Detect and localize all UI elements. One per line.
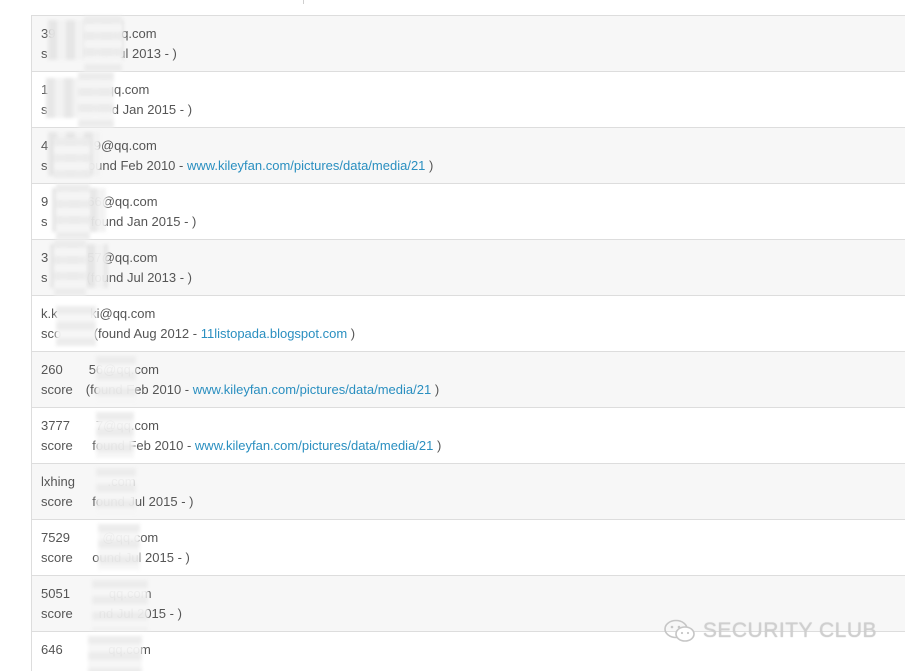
source-link[interactable]: 11listopada.blogspot.com xyxy=(201,326,347,341)
results-list: 39 qq.coms und Jul 2013 - )1 qq.coms fou… xyxy=(31,16,905,671)
redaction-blur xyxy=(84,16,122,72)
result-row: 39 qq.coms und Jul 2013 - ) xyxy=(32,16,905,72)
result-row: 3 57@qq.com s (found Jul 2013 - ) xyxy=(32,240,905,296)
redaction-blur xyxy=(98,524,140,570)
redaction-blur xyxy=(88,636,142,671)
result-row: k.k ki@qq.com sco (found Aug 2012 - 11lis… xyxy=(32,296,905,352)
closing-paren: ) xyxy=(347,326,356,341)
redaction-blur xyxy=(96,356,136,402)
redaction-blur xyxy=(56,306,96,346)
redaction-blur xyxy=(56,184,90,240)
redaction-blur xyxy=(92,580,148,630)
result-row: lxhing .comscore found Jul 2015 - ) xyxy=(32,464,905,520)
result-row: 9 66@qq.com s (found Jan 2015 - ) xyxy=(32,184,905,240)
source-link[interactable]: www.kileyfan.com/pictures/data/media/21 xyxy=(193,382,431,397)
closing-paren: ) xyxy=(431,382,440,397)
result-row: 260 56@qq.comscore (found Feb 2010 - www… xyxy=(32,352,905,408)
result-row: 3777 7@qq.comscore found Feb 2010 - www.… xyxy=(32,408,905,464)
results-header-strip xyxy=(31,0,905,16)
redaction-blur xyxy=(54,138,90,178)
result-row: 4 9@qq.com s (found Feb 2010 - www.kileyf… xyxy=(32,128,905,184)
watermark: SECURITY CLUB xyxy=(663,618,877,644)
source-link[interactable]: www.kileyfan.com/pictures/data/media/21 xyxy=(187,158,425,173)
redaction-blur xyxy=(96,468,136,514)
wechat-icon xyxy=(664,619,695,642)
source-link[interactable]: www.kileyfan.com/pictures/data/media/21 xyxy=(195,438,433,453)
page: 39 qq.coms und Jul 2013 - )1 qq.coms fou… xyxy=(0,0,905,671)
closing-paren: ) xyxy=(433,438,442,453)
redaction-blur xyxy=(96,412,134,458)
result-row: 1 qq.com s found Jan 2015 - ) xyxy=(32,72,905,128)
column-divider xyxy=(303,0,304,4)
result-row: 7529 @qq.comscore ound Jul 2015 - ) xyxy=(32,520,905,576)
redaction-blur xyxy=(54,240,86,296)
closing-paren: ) xyxy=(425,158,434,173)
watermark-text: SECURITY CLUB xyxy=(702,619,877,642)
redaction-blur xyxy=(78,72,114,128)
